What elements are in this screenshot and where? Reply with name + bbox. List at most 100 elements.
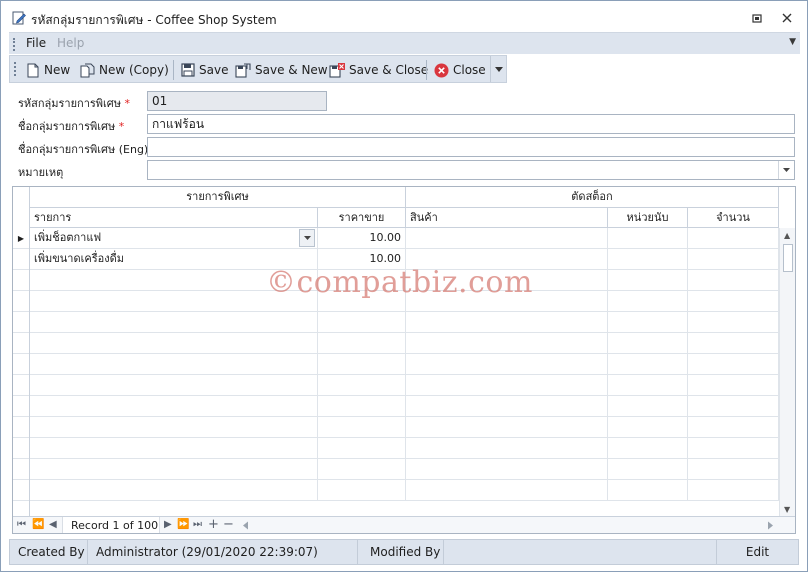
cell-item[interactable] xyxy=(30,354,318,375)
empty-table-row[interactable] xyxy=(13,375,779,396)
close-window-button[interactable] xyxy=(778,9,796,27)
cell-item[interactable] xyxy=(30,333,318,354)
band-stock-cut[interactable]: ตัดสต็อก xyxy=(406,187,779,208)
cell-price[interactable] xyxy=(318,459,406,480)
name-field[interactable]: กาแฟร้อน xyxy=(147,114,795,134)
cell-unit[interactable] xyxy=(608,480,688,501)
menu-help[interactable]: Help xyxy=(57,36,84,50)
cell-price[interactable]: 10.00 xyxy=(318,228,406,249)
save-button[interactable]: Save xyxy=(181,59,228,81)
name-en-field[interactable] xyxy=(147,137,795,157)
cell-item[interactable] xyxy=(30,438,318,459)
save-new-button[interactable]: Save & New xyxy=(235,59,328,81)
col-item[interactable]: รายการ xyxy=(30,208,318,228)
new-button[interactable]: New xyxy=(26,59,70,81)
table-row[interactable]: ▶ เพิ่มช็อตกาแฟ 10.00 xyxy=(13,228,779,249)
cell-price[interactable] xyxy=(318,354,406,375)
cell-qty[interactable] xyxy=(688,249,779,270)
cell-unit[interactable] xyxy=(608,312,688,333)
note-combo[interactable] xyxy=(147,160,795,180)
cell-product[interactable] xyxy=(406,228,608,249)
scroll-up-icon[interactable]: ▲ xyxy=(784,231,790,240)
cell-price[interactable] xyxy=(318,438,406,459)
col-product[interactable]: สินค้า xyxy=(406,208,608,228)
cell-unit[interactable] xyxy=(608,438,688,459)
cell-product[interactable] xyxy=(406,438,608,459)
cell-price[interactable] xyxy=(318,375,406,396)
menu-file[interactable]: File xyxy=(26,36,46,50)
note-dropdown-button[interactable] xyxy=(778,161,794,179)
cell-product[interactable] xyxy=(406,459,608,480)
cell-price[interactable] xyxy=(318,333,406,354)
toolbar-grip[interactable] xyxy=(14,62,16,76)
cell-unit[interactable] xyxy=(608,333,688,354)
cell-item[interactable] xyxy=(30,375,318,396)
save-close-button[interactable]: Save & Close xyxy=(329,59,428,81)
cell-product[interactable] xyxy=(406,333,608,354)
empty-table-row[interactable] xyxy=(13,333,779,354)
cell-qty[interactable] xyxy=(688,438,779,459)
scroll-down-icon[interactable]: ▼ xyxy=(784,505,790,514)
cell-qty[interactable] xyxy=(688,480,779,501)
cell-item[interactable] xyxy=(30,396,318,417)
prev-record-icon[interactable]: ◀ xyxy=(49,519,57,530)
new-copy-button[interactable]: New (Copy) xyxy=(80,59,169,81)
next-record-icon[interactable]: ▶ xyxy=(164,519,172,530)
append-icon[interactable]: + xyxy=(208,517,219,532)
first-record-icon[interactable]: ⏮ xyxy=(17,519,26,530)
close-button[interactable]: Close xyxy=(434,59,486,81)
cell-product[interactable] xyxy=(406,312,608,333)
empty-table-row[interactable] xyxy=(13,417,779,438)
cell-item[interactable] xyxy=(30,459,318,480)
band-special-items[interactable]: รายการพิเศษ xyxy=(30,187,406,208)
empty-table-row[interactable] xyxy=(13,396,779,417)
cell-price[interactable] xyxy=(318,480,406,501)
col-price[interactable]: ราคาขาย xyxy=(318,208,406,228)
cell-unit[interactable] xyxy=(608,291,688,312)
next-page-icon[interactable]: ⏩ xyxy=(177,519,189,530)
cell-item[interactable] xyxy=(30,312,318,333)
cell-qty[interactable] xyxy=(688,333,779,354)
code-field[interactable]: 01 xyxy=(147,91,327,111)
cell-qty[interactable] xyxy=(688,396,779,417)
cell-price[interactable] xyxy=(318,417,406,438)
cell-item[interactable] xyxy=(30,480,318,501)
menu-grip[interactable] xyxy=(13,38,15,51)
cell-qty[interactable] xyxy=(688,375,779,396)
item-dropdown-button[interactable] xyxy=(299,229,315,247)
cell-product[interactable] xyxy=(406,354,608,375)
col-unit[interactable]: หน่วยนับ xyxy=(608,208,688,228)
cell-product[interactable] xyxy=(406,375,608,396)
cell-qty[interactable] xyxy=(688,291,779,312)
cell-product[interactable] xyxy=(406,480,608,501)
cell-unit[interactable] xyxy=(608,396,688,417)
cell-unit[interactable] xyxy=(608,228,688,249)
cell-unit[interactable] xyxy=(608,417,688,438)
last-record-icon[interactable]: ⏭ xyxy=(193,519,202,530)
cell-qty[interactable] xyxy=(688,459,779,480)
cell-qty[interactable] xyxy=(688,354,779,375)
cell-qty[interactable] xyxy=(688,312,779,333)
cell-price[interactable] xyxy=(318,312,406,333)
restore-button[interactable] xyxy=(748,9,766,27)
vertical-scrollbar[interactable]: ▲ ▼ xyxy=(779,228,795,517)
menu-overflow-icon[interactable]: ▼ xyxy=(789,37,796,47)
cell-qty[interactable] xyxy=(688,417,779,438)
scroll-thumb[interactable] xyxy=(783,244,793,272)
cell-unit[interactable] xyxy=(608,375,688,396)
empty-table-row[interactable] xyxy=(13,354,779,375)
cell-item[interactable]: เพิ่มช็อตกาแฟ xyxy=(30,228,318,249)
cell-price[interactable] xyxy=(318,396,406,417)
empty-table-row[interactable] xyxy=(13,459,779,480)
empty-table-row[interactable] xyxy=(13,480,779,501)
cell-product[interactable] xyxy=(406,417,608,438)
cell-unit[interactable] xyxy=(608,270,688,291)
cell-item[interactable] xyxy=(30,417,318,438)
cell-qty[interactable] xyxy=(688,270,779,291)
cell-qty[interactable] xyxy=(688,228,779,249)
empty-table-row[interactable] xyxy=(13,438,779,459)
cell-unit[interactable] xyxy=(608,354,688,375)
prev-page-icon[interactable]: ⏪ xyxy=(32,519,44,530)
horizontal-scrollbar[interactable] xyxy=(241,519,775,532)
cell-unit[interactable] xyxy=(608,459,688,480)
